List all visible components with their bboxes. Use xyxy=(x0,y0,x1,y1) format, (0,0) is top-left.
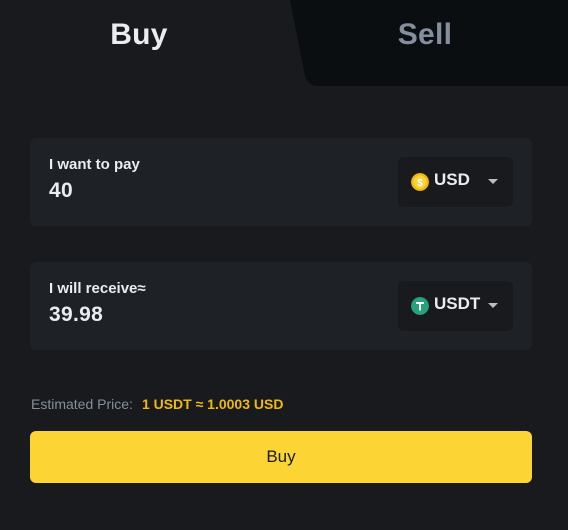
receive-amount-input[interactable]: 39.98 xyxy=(49,303,103,327)
pay-currency-select[interactable]: $ USD xyxy=(398,157,513,207)
pay-label: I want to pay xyxy=(49,156,140,173)
tab-bar: Buy Sell xyxy=(0,0,568,86)
tether-coin-icon xyxy=(411,297,429,315)
pay-amount-input[interactable]: 40 xyxy=(49,179,73,203)
svg-text:$: $ xyxy=(417,178,423,189)
receive-currency-code: USDT xyxy=(434,294,481,313)
tab-buy[interactable]: Buy xyxy=(0,18,278,52)
pay-currency-code: USD xyxy=(434,170,470,189)
tab-sell[interactable]: Sell xyxy=(286,18,564,52)
receive-currency-select[interactable]: USDT xyxy=(398,281,513,331)
estimated-price-row: Estimated Price: 1 USDT ≈ 1.0003 USD xyxy=(31,396,283,412)
buy-button[interactable]: Buy xyxy=(30,431,532,483)
receive-label: I will receive≈ xyxy=(49,280,146,297)
estimated-price-value: 1 USDT ≈ 1.0003 USD xyxy=(141,396,284,412)
chevron-down-icon xyxy=(488,303,498,308)
pay-amount-card: I want to pay 40 $ USD xyxy=(30,138,532,226)
buy-sell-widget: Buy Sell I want to pay 40 $ USD I will r… xyxy=(0,0,568,530)
receive-amount-card: I will receive≈ 39.98 USDT xyxy=(30,262,532,350)
chevron-down-icon xyxy=(488,179,498,184)
estimated-price-label: Estimated Price: xyxy=(31,396,133,412)
usd-coin-icon: $ xyxy=(411,173,429,191)
